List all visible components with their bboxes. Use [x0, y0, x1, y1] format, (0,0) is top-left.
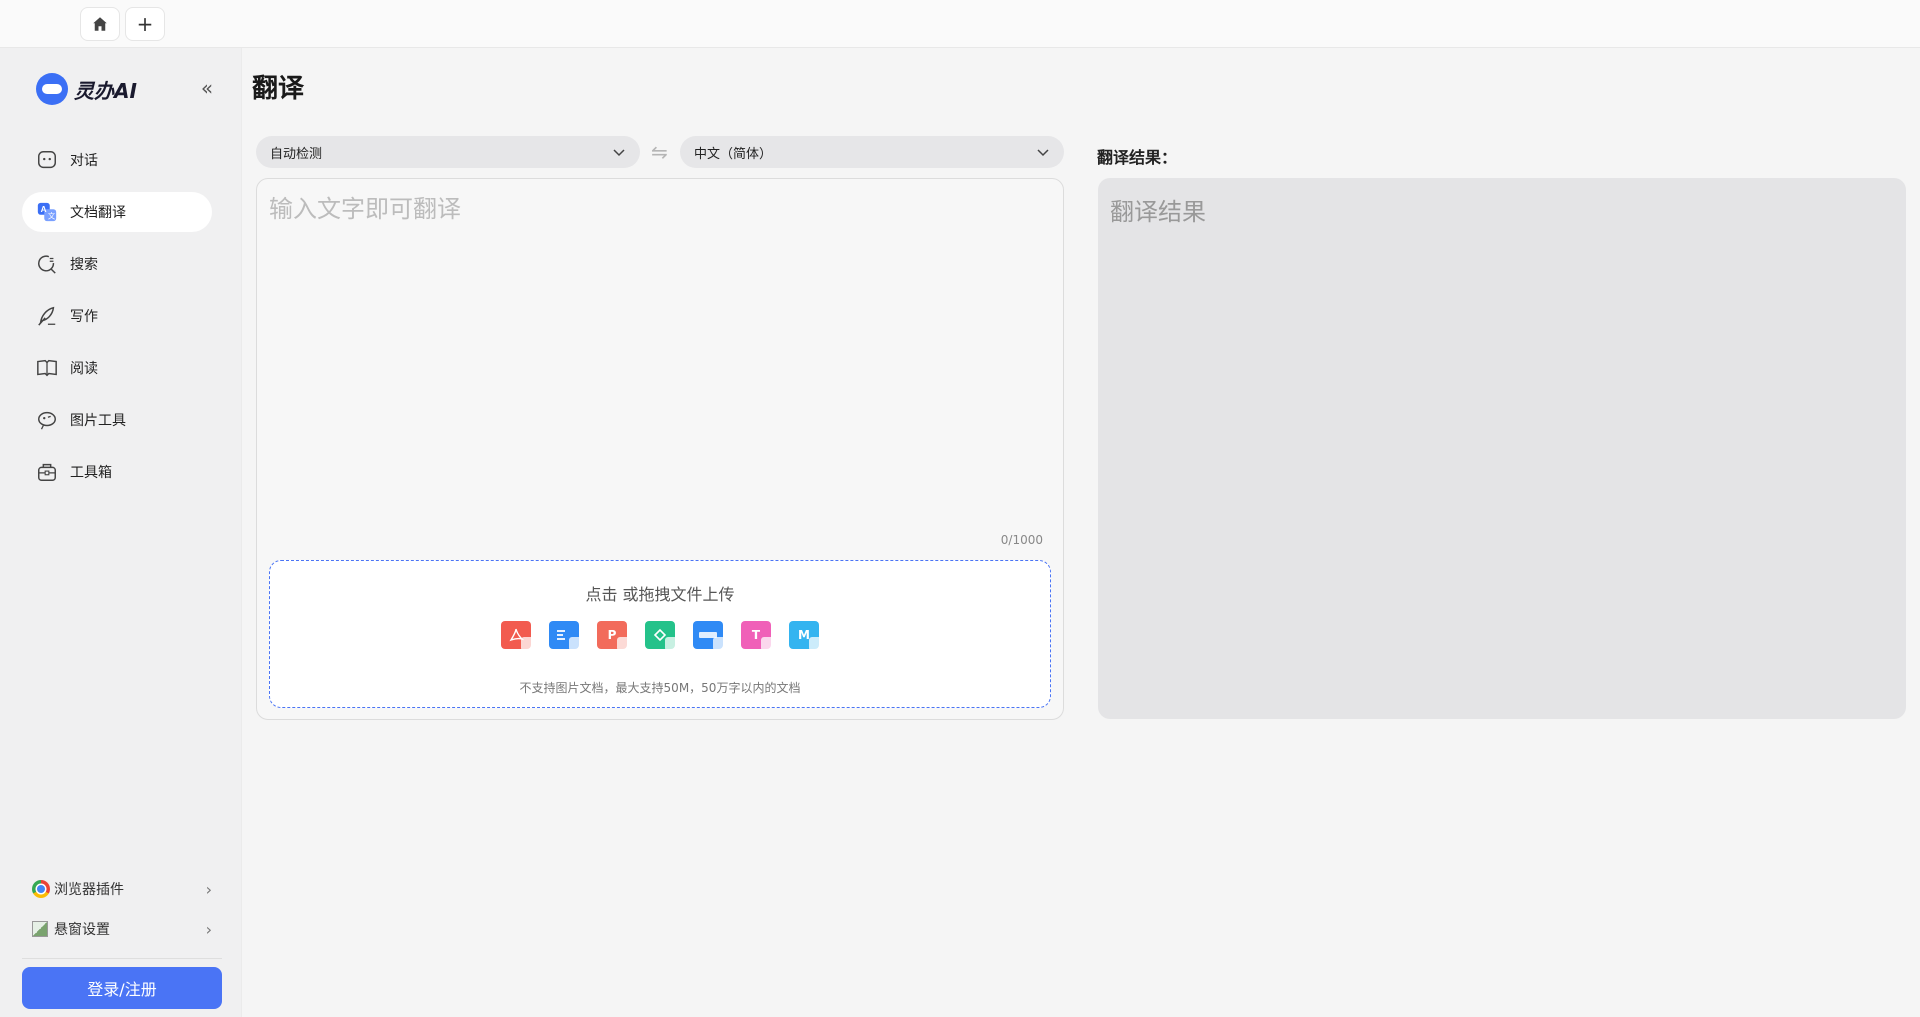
float-settings-item[interactable]: 悬窗设置 › — [32, 914, 212, 944]
mobi-file-icon — [693, 621, 727, 651]
sidebar-nav: 对话 A文 文档翻译 搜索 写作 阅读 图片工具 工具箱 — [22, 140, 212, 504]
sidebar-item-label: 文档翻译 — [70, 205, 126, 221]
sidebar-item-search[interactable]: 搜索 — [22, 244, 212, 284]
browser-plugin-label: 浏览器插件 — [54, 882, 124, 898]
translate-icon: A文 — [36, 201, 58, 223]
supported-file-types: P T M — [270, 621, 1050, 651]
pdf-file-icon — [501, 621, 535, 651]
float-window-icon — [32, 921, 48, 937]
sidebar-item-image-tools[interactable]: 图片工具 — [22, 400, 212, 440]
sidebar-item-label: 对话 — [70, 153, 98, 169]
pen-icon — [36, 305, 58, 327]
new-tab-button[interactable]: + — [125, 7, 165, 41]
source-language-select[interactable]: 自动检测 — [256, 136, 640, 168]
chevron-right-icon: › — [205, 919, 212, 939]
result-placeholder: 翻译结果 — [1110, 198, 1206, 226]
source-language-value: 自动检测 — [270, 146, 323, 162]
chevron-right-icon: › — [205, 879, 212, 899]
sidebar-item-label: 图片工具 — [70, 413, 126, 429]
page-title: 翻译 — [252, 74, 305, 104]
sidebar-divider — [22, 958, 222, 959]
collapse-sidebar-button[interactable]: « — [195, 74, 219, 102]
home-tab-button[interactable] — [80, 7, 120, 41]
sidebar-item-writing[interactable]: 写作 — [22, 296, 212, 336]
sidebar: 灵办AI « 对话 A文 文档翻译 搜索 写作 阅读 图片工具 工具箱 浏览器插… — [0, 48, 242, 1017]
sidebar-item-toolbox[interactable]: 工具箱 — [22, 452, 212, 492]
word-file-icon — [549, 621, 583, 651]
file-upload-dropzone[interactable]: 点击 或拖拽文件上传 P T M 不支持图片文档，最大支持50M，50万字以内的… — [269, 560, 1051, 708]
source-text-input[interactable] — [269, 189, 1049, 539]
logo-icon — [36, 73, 68, 105]
float-settings-label: 悬窗设置 — [54, 922, 110, 938]
target-language-value: 中文（简体） — [694, 146, 773, 162]
target-language-select[interactable]: 中文（简体） — [680, 136, 1064, 168]
sidebar-item-translate[interactable]: A文 文档翻译 — [22, 192, 212, 232]
sidebar-item-chat[interactable]: 对话 — [22, 140, 212, 180]
sidebar-item-label: 阅读 — [70, 361, 98, 377]
translation-result-panel: 翻译结果 — [1098, 178, 1906, 719]
txt-file-icon: T — [741, 621, 775, 651]
ppt-file-icon: P — [597, 621, 631, 651]
sidebar-item-reading[interactable]: 阅读 — [22, 348, 212, 388]
swap-languages-icon[interactable]: ⇋ — [651, 140, 668, 164]
sidebar-item-label: 写作 — [70, 309, 98, 325]
toolbox-icon — [36, 461, 58, 483]
sidebar-item-label: 搜索 — [70, 257, 98, 273]
home-icon — [93, 17, 107, 31]
result-label: 翻译结果： — [1097, 148, 1178, 167]
chrome-icon — [32, 880, 50, 898]
upload-restrictions-note: 不支持图片文档，最大支持50M，50万字以内的文档 — [519, 681, 801, 695]
book-icon — [36, 357, 58, 379]
source-text-panel: 0/1000 点击 或拖拽文件上传 P T M 不支持图片文档，最大支持50M，… — [256, 178, 1064, 720]
markdown-file-icon: M — [789, 621, 823, 651]
brand-logo[interactable]: 灵办AI — [36, 72, 137, 106]
brand-name: 灵办AI — [74, 78, 137, 103]
tab-bar: + — [0, 0, 1920, 48]
chevron-down-icon — [613, 149, 625, 157]
image-tool-icon — [36, 409, 58, 431]
svg-text:A: A — [41, 205, 47, 214]
search-icon — [36, 253, 58, 275]
login-register-button[interactable]: 登录/注册 — [22, 967, 222, 1009]
chevron-down-icon — [1037, 149, 1049, 157]
upload-prompt: 点击 或拖拽文件上传 — [585, 585, 735, 604]
browser-plugin-item[interactable]: 浏览器插件 › — [32, 874, 212, 904]
excel-file-icon — [645, 621, 679, 651]
sidebar-item-label: 工具箱 — [70, 465, 112, 481]
chat-icon — [36, 149, 58, 171]
svg-text:文: 文 — [48, 211, 56, 220]
character-count: 0/1000 — [1000, 533, 1043, 547]
